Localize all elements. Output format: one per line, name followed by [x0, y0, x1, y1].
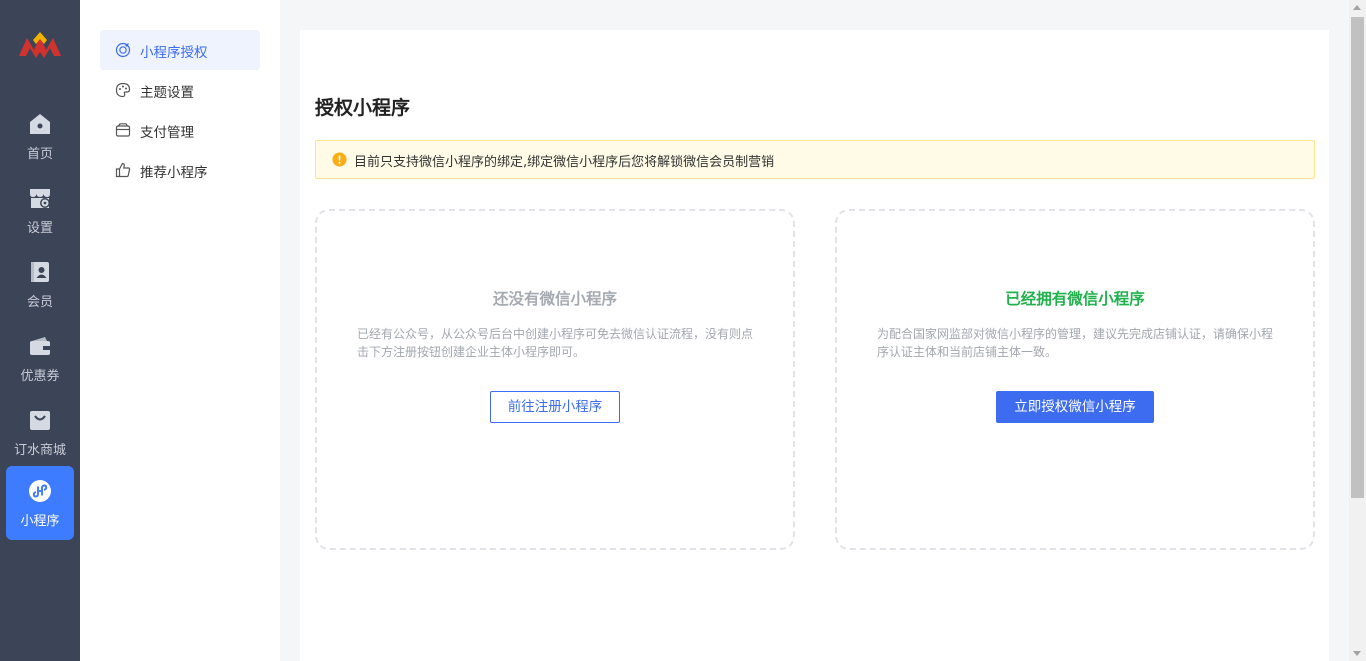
nav-settings[interactable]: 设置: [6, 177, 74, 251]
mini-program-icon: [29, 480, 51, 502]
nav-coupon-label: 优惠券: [20, 369, 60, 384]
sub-menu: 小程序授权 主题设置 支付管理 推荐小程序: [80, 0, 280, 661]
no-mini-program-desc: 已经有公众号，从公众号后台中创建小程序可免去微信认证流程，没有则点击下方注册按钮…: [357, 327, 754, 359]
submenu-label-payment: 支付管理: [140, 125, 194, 141]
thumbs-up-icon: [115, 162, 131, 178]
wallet-icon: [30, 337, 50, 355]
nav-home[interactable]: 首页: [6, 103, 74, 177]
submenu-label-authorize: 小程序授权: [140, 45, 208, 61]
nav-member[interactable]: 会员: [6, 251, 74, 325]
nav-settings-label: 设置: [26, 221, 53, 236]
scroll-down-arrow-icon[interactable]: [1353, 651, 1361, 656]
no-mini-program-card: 还没有微信小程序 已经有公众号，从公众号后台中创建小程序可免去微信认证流程，没有…: [315, 209, 795, 550]
nav-mini-program-label: 小程序: [20, 514, 60, 529]
brand-logo: [19, 32, 61, 58]
register-mini-program-button[interactable]: 前往注册小程序: [490, 391, 620, 423]
store-settings-icon: [30, 189, 50, 208]
submenu-label-recommend: 推荐小程序: [140, 165, 208, 181]
authorize-icon: [115, 42, 131, 58]
payment-icon: [115, 123, 131, 137]
home-icon: [30, 114, 50, 134]
have-mini-program-title: 已经拥有微信小程序: [1005, 290, 1145, 308]
submenu-item-recommend[interactable]: 推荐小程序: [100, 150, 260, 190]
have-mini-program-card: 已经拥有微信小程序 为配合国家网监部对微信小程序的管理，建议先完成店铺认证，请确…: [835, 209, 1315, 550]
warning-icon: [332, 152, 347, 167]
notice-alert: 目前只支持微信小程序的绑定,绑定微信小程序后您将解锁微信会员制营销: [315, 140, 1315, 179]
notice-text: 目前只支持微信小程序的绑定,绑定微信小程序后您将解锁微信会员制营销: [354, 155, 775, 170]
nav-mini-program[interactable]: 小程序: [6, 466, 74, 540]
submenu-label-theme: 主题设置: [140, 85, 194, 101]
submenu-item-authorize[interactable]: 小程序授权: [100, 30, 260, 70]
scroll-up-arrow-icon[interactable]: [1353, 5, 1361, 10]
nav-home-label: 首页: [26, 147, 53, 162]
scrollbar-thumb[interactable]: [1351, 17, 1364, 498]
shopping-bag-icon: [30, 411, 50, 430]
palette-icon: [115, 82, 131, 98]
member-card-icon: [31, 262, 49, 282]
nav-water-mall-label: 订水商城: [13, 443, 66, 458]
authorize-mini-program-button[interactable]: 立即授权微信小程序: [996, 391, 1154, 423]
nav-coupon[interactable]: 优惠券: [6, 325, 74, 399]
nav-member-label: 会员: [26, 295, 53, 310]
have-mini-program-desc: 为配合国家网监部对微信小程序的管理，建议先完成店铺认证，请确保小程序认证主体和当…: [877, 327, 1274, 359]
page-scrollbar[interactable]: [1349, 0, 1366, 661]
submenu-item-payment[interactable]: 支付管理: [100, 110, 260, 150]
main-content-panel: 授权小程序 目前只支持微信小程序的绑定,绑定微信小程序后您将解锁微信会员制营销 …: [300, 30, 1329, 661]
nav-water-mall[interactable]: 订水商城: [6, 399, 74, 473]
page-title: 授权小程序: [315, 97, 411, 119]
no-mini-program-title: 还没有微信小程序: [492, 290, 617, 308]
submenu-item-theme[interactable]: 主题设置: [100, 70, 260, 110]
main-nav-rail: 首页 设置 会员 优惠券 订水商城 小程序: [0, 0, 80, 661]
